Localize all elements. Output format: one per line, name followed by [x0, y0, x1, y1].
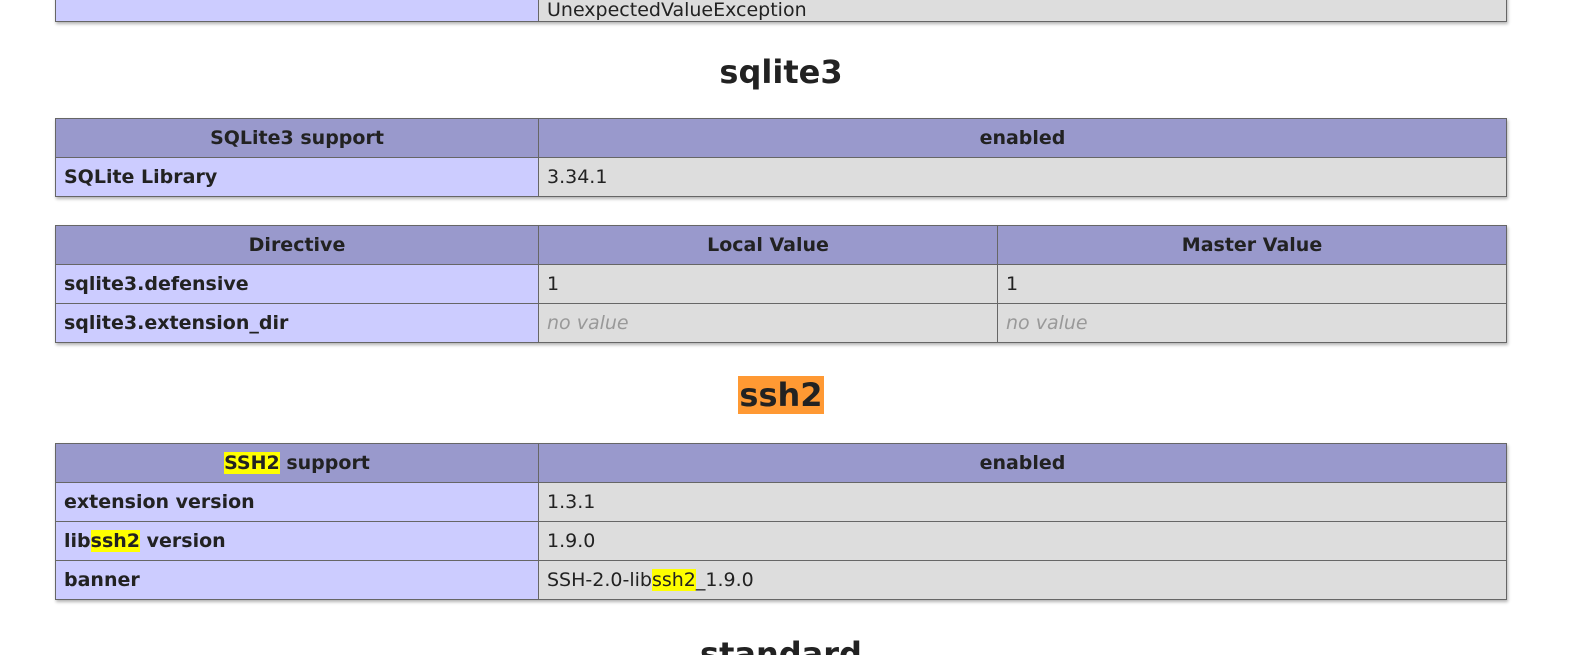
- ssh2-info-table: SSH2 support enabled extension version 1…: [55, 443, 1507, 600]
- row-value-cell: 1.3.1: [538, 482, 1507, 522]
- master-value-cell: no value: [997, 303, 1507, 343]
- row-value-cell: UnexpectedValueException: [538, 0, 1507, 22]
- section-title-standard: standard: [700, 635, 862, 655]
- table-header-row: SQLite3 support enabled: [55, 118, 1507, 158]
- table-row: UnexpectedValueException: [55, 0, 1507, 22]
- sqlite3-directive-table: Directive Local Value Master Value sqlit…: [55, 225, 1507, 343]
- table-header-row: Directive Local Value Master Value: [55, 225, 1507, 265]
- header-cell: SSH2 support: [55, 443, 539, 483]
- current-search-match: ssh2: [738, 376, 824, 414]
- table-row: libssh2 version 1.9.0: [55, 521, 1507, 561]
- table-row: sqlite3.defensive 1 1: [55, 264, 1507, 304]
- no-value-text: no value: [547, 312, 629, 334]
- row-name-cell: banner: [55, 560, 539, 600]
- header-text: support: [279, 452, 370, 474]
- header-cell: Local Value: [538, 225, 998, 265]
- row-value-cell: 1.9.0: [538, 521, 1507, 561]
- row-name-cell: sqlite3.defensive: [55, 264, 539, 304]
- search-match-highlight: ssh2: [90, 530, 141, 552]
- header-cell: enabled: [538, 443, 1507, 483]
- row-name-cell: extension version: [55, 482, 539, 522]
- row-name-cell: SQLite Library: [55, 157, 539, 197]
- search-match-highlight: ssh2: [651, 569, 696, 591]
- table-row: SQLite Library 3.34.1: [55, 157, 1507, 197]
- previous-section-table: UnexpectedValueException: [55, 0, 1507, 22]
- row-value-text: SSH-2.0-lib: [547, 569, 652, 591]
- search-match-highlight: SSH2: [224, 452, 280, 474]
- header-cell: Directive: [55, 225, 539, 265]
- local-value-cell: 1: [538, 264, 998, 304]
- row-value-cell: SSH-2.0-libssh2_1.9.0: [538, 560, 1507, 600]
- master-value-cell: 1: [997, 264, 1507, 304]
- no-value-text: no value: [1006, 312, 1088, 334]
- section-title-ssh2: ssh2: [0, 373, 1562, 417]
- local-value-cell: no value: [538, 303, 998, 343]
- table-header-row: SSH2 support enabled: [55, 443, 1507, 483]
- header-cell: SQLite3 support: [55, 118, 539, 158]
- row-value-text: _1.9.0: [695, 569, 754, 591]
- sqlite3-info-table: SQLite3 support enabled SQLite Library 3…: [55, 118, 1507, 197]
- table-row: extension version 1.3.1: [55, 482, 1507, 522]
- row-value: UnexpectedValueException: [547, 0, 807, 21]
- phpinfo-page: UnexpectedValueException sqlite3 SQLite3…: [0, 0, 1575, 655]
- row-name-text: version: [140, 530, 226, 552]
- row-name-cell: sqlite3.extension_dir: [55, 303, 539, 343]
- row-name-text: lib: [64, 530, 91, 552]
- header-cell: enabled: [538, 118, 1507, 158]
- table-row: sqlite3.extension_dir no value no value: [55, 303, 1507, 343]
- header-cell: Master Value: [997, 225, 1507, 265]
- table-row: banner SSH-2.0-libssh2_1.9.0: [55, 560, 1507, 600]
- row-name-cell: [55, 0, 539, 22]
- row-name-cell: libssh2 version: [55, 521, 539, 561]
- row-value-cell: 3.34.1: [538, 157, 1507, 197]
- section-title-sqlite3: sqlite3: [719, 53, 843, 91]
